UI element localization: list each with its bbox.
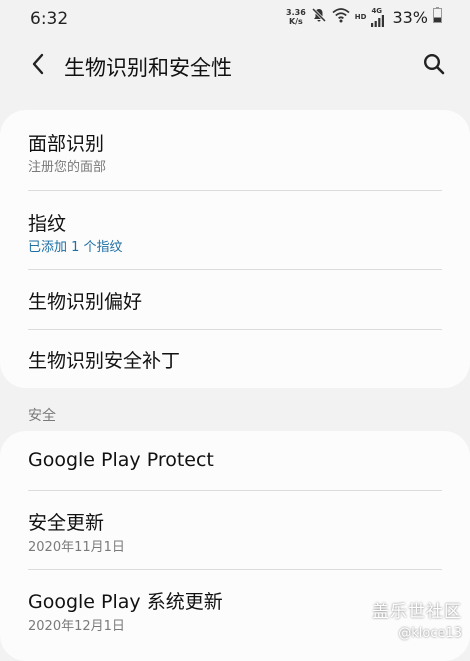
network-label: HD (354, 13, 367, 21)
network-speed-value: 3.36 (286, 8, 306, 17)
list-item-title: 生物识别偏好 (28, 291, 143, 313)
mute-icon (311, 7, 327, 27)
status-bar: 6:32 3.36 K/s HD 4G 33% (0, 0, 470, 38)
list-item-title: Google Play 系统更新 (28, 591, 223, 613)
section-header-security: 安全 (28, 408, 56, 424)
list-item-face-recognition[interactable]: 面部识别 注册您的面部 (0, 110, 470, 190)
list-item-biometric-security-patch[interactable]: 生物识别安全补丁 (0, 329, 470, 388)
search-button[interactable] (418, 50, 450, 82)
biometrics-card: 面部识别 注册您的面部 指纹 已添加 1 个指纹 生物识别偏好 生物识别安全补丁 (0, 110, 470, 388)
list-item-subtitle: 2020年11月1日 (28, 540, 125, 555)
network-speed-unit: K/s (288, 17, 303, 26)
list-item-title: Google Play Protect (28, 449, 214, 471)
watermark-brand: 盖乐世社区 (372, 602, 462, 622)
list-item-subtitle: 注册您的面部 (28, 160, 107, 175)
list-item-subtitle: 2020年12月1日 (28, 619, 125, 634)
battery-icon (433, 7, 442, 27)
list-item-subtitle: 已添加 1 个指纹 (28, 240, 123, 255)
search-icon (423, 53, 445, 79)
network-speed: 3.36 K/s (286, 8, 306, 26)
list-item-security-update[interactable]: 安全更新 2020年11月1日 (0, 490, 470, 569)
signal-icon: 4G (371, 6, 385, 27)
status-icons: 3.36 K/s HD 4G 33% (286, 7, 442, 27)
list-item-biometric-preferences[interactable]: 生物识别偏好 (0, 269, 470, 329)
network-type: 4G (371, 6, 383, 15)
battery-percent: 33% (392, 7, 428, 27)
list-item-fingerprint[interactable]: 指纹 已添加 1 个指纹 (0, 190, 470, 269)
list-item-google-play-protect[interactable]: Google Play Protect (0, 431, 470, 490)
list-item-title: 面部识别 (28, 133, 105, 155)
back-arrow-icon (31, 53, 45, 79)
list-item-title: 指纹 (28, 213, 67, 235)
back-button[interactable] (22, 50, 54, 82)
list-item-title: 安全更新 (28, 512, 105, 534)
page-title: 生物识别和安全性 (64, 56, 232, 80)
status-time: 6:32 (30, 9, 69, 29)
wifi-icon (332, 7, 350, 27)
app-bar: 生物识别和安全性 (0, 38, 470, 94)
watermark: 盖乐世社区 @kloce13 (372, 597, 462, 641)
list-item-title: 生物识别安全补丁 (28, 350, 181, 372)
watermark-user: @kloce13 (398, 626, 462, 641)
